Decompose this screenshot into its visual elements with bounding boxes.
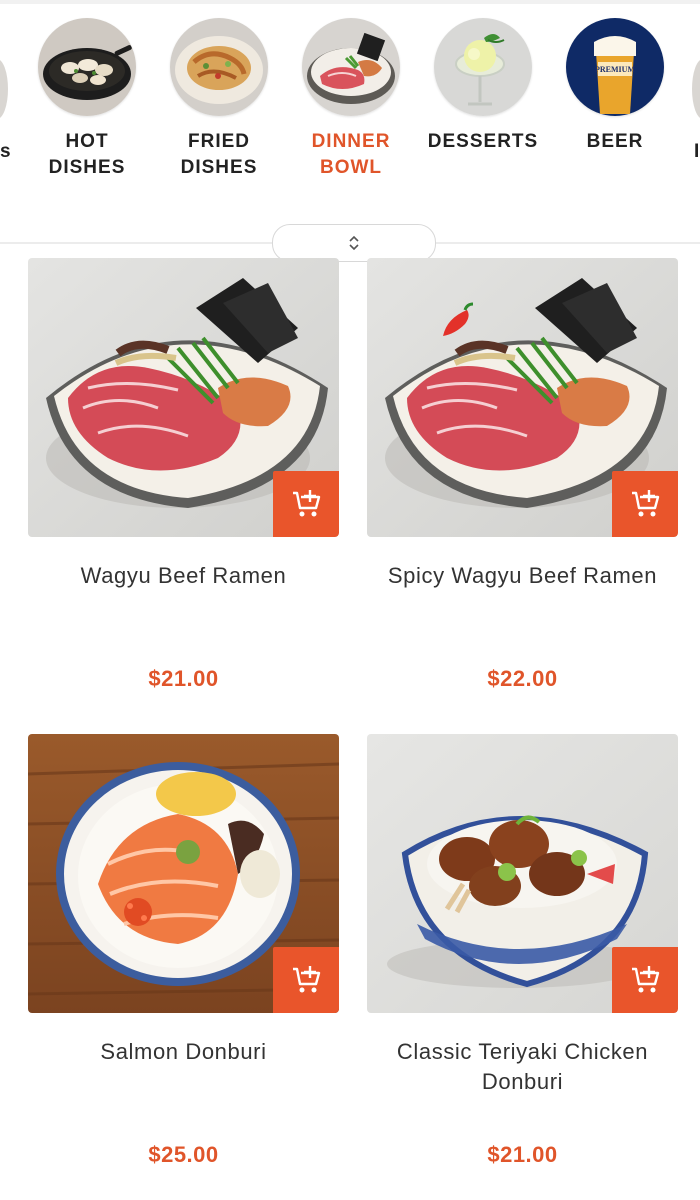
category-fried-dishes[interactable]: FRIED DISHES: [159, 18, 279, 181]
expand-collapse-toggle[interactable]: [272, 224, 436, 262]
status-divider: [0, 0, 700, 4]
add-to-cart-button[interactable]: [273, 471, 339, 537]
wagyu-ramen-photo[interactable]: [28, 258, 339, 537]
product-card[interactable]: Classic Teriyaki Chicken Donburi $21.00: [367, 734, 678, 1167]
product-price: $21.00: [487, 1142, 558, 1167]
category-partial-label-left: s: [0, 141, 11, 162]
category-partial-label-right: I: [694, 141, 700, 162]
category-label: FRIED DISHES: [180, 131, 258, 178]
product-card[interactable]: Spicy Wagyu Beef Ramen $22.00: [367, 258, 678, 691]
category-beer[interactable]: PREMIUM BEER: [555, 18, 675, 155]
clams-pan-icon[interactable]: [38, 18, 136, 116]
fried-dish-icon[interactable]: [170, 18, 268, 116]
category-partial-thumb-right[interactable]: [692, 59, 700, 119]
category-partial-thumb-left[interactable]: [0, 59, 8, 119]
category-label: DINNER BOWL: [311, 131, 391, 178]
product-card[interactable]: Wagyu Beef Ramen $21.00: [28, 258, 339, 691]
product-price: $25.00: [148, 1142, 219, 1167]
add-cart-icon: [293, 966, 321, 993]
product-name[interactable]: Wagyu Beef Ramen: [28, 561, 339, 625]
premium-beer-icon[interactable]: PREMIUM: [566, 18, 664, 116]
spicy-wagyu-ramen-photo[interactable]: [367, 258, 678, 537]
beef-bowl-icon[interactable]: [302, 18, 400, 116]
category-desserts[interactable]: DESSERTS: [423, 18, 543, 155]
category-label: DESSERTS: [427, 131, 539, 152]
add-to-cart-button[interactable]: [612, 947, 678, 1013]
teriyaki-chicken-photo[interactable]: [367, 734, 678, 1013]
chili-pepper-icon: [443, 302, 474, 336]
category-label: HOT DISHES: [48, 131, 126, 178]
product-name[interactable]: Classic Teriyaki Chicken Donburi: [367, 1037, 678, 1101]
product-name[interactable]: Spicy Wagyu Beef Ramen: [367, 561, 678, 625]
add-cart-icon: [632, 966, 660, 993]
add-to-cart-button[interactable]: [273, 947, 339, 1013]
product-card[interactable]: Salmon Donburi $25.00: [28, 734, 339, 1167]
product-price: $21.00: [148, 666, 219, 691]
product-price: $22.00: [487, 666, 558, 691]
dessert-glass-icon[interactable]: [434, 18, 532, 116]
category-dinner-bowl[interactable]: DINNER BOWL: [291, 18, 411, 181]
add-cart-icon: [632, 490, 660, 517]
chevron-up-down-icon: [349, 235, 359, 251]
beer-brand-text: PREMIUM: [595, 65, 635, 74]
category-hot-dishes[interactable]: HOT DISHES: [27, 18, 147, 181]
category-label: BEER: [586, 131, 644, 152]
add-cart-icon: [293, 490, 321, 517]
category-strip[interactable]: s HOT DISHES FRIED DISHES DINNER BOWL DE…: [0, 10, 700, 230]
product-name[interactable]: Salmon Donburi: [28, 1037, 339, 1101]
add-to-cart-button[interactable]: [612, 471, 678, 537]
salmon-donburi-photo[interactable]: [28, 734, 339, 1013]
